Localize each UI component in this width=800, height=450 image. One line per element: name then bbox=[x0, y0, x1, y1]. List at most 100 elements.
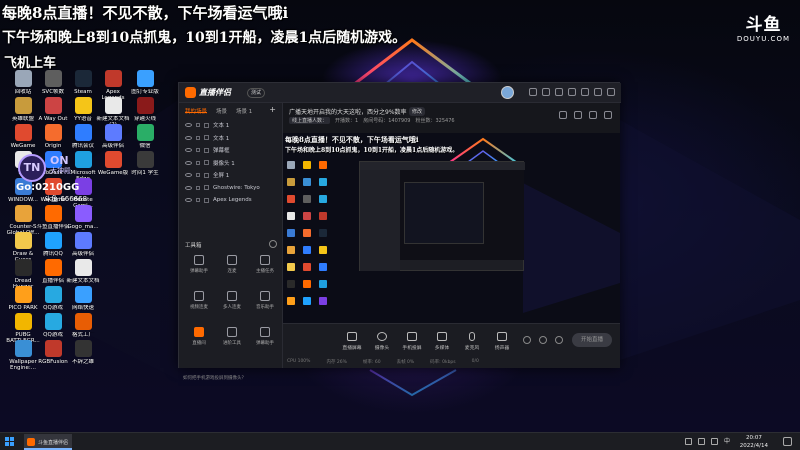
taskbar-app-streaming[interactable]: 斗鱼直播伴侣 bbox=[24, 434, 72, 450]
toolbox-item[interactable]: 连麦 bbox=[218, 255, 246, 274]
toolbox-settings-icon[interactable] bbox=[269, 240, 277, 248]
tab-scene-1[interactable]: 场景 1 bbox=[236, 107, 252, 115]
desktop-shortcut[interactable]: 不辞之雄 bbox=[66, 340, 100, 365]
desktop-shortcut[interactable]: 新建文本文档 bbox=[66, 259, 100, 284]
desktop-shortcut[interactable]: 腾讯QQ bbox=[36, 232, 70, 257]
tab-my-scenes[interactable]: 我的场景 bbox=[185, 107, 208, 115]
toolbox-item[interactable]: 进阶工具 bbox=[218, 327, 246, 346]
toolbox-item[interactable]: 音乐助手 bbox=[251, 291, 279, 310]
desktop-shortcut[interactable]: 格式工厂 bbox=[66, 313, 100, 338]
layers-icon[interactable] bbox=[574, 111, 582, 119]
desktop-shortcut[interactable]: 腾讯会议 bbox=[66, 124, 100, 149]
effects-icon[interactable] bbox=[539, 336, 547, 344]
lock-icon[interactable] bbox=[196, 123, 200, 128]
source-item[interactable]: 全屏 1 bbox=[179, 169, 282, 182]
desktop-shortcut[interactable]: Wallpaper Engine:... bbox=[6, 340, 40, 372]
phone-cast-button[interactable]: 手机投屏 bbox=[399, 332, 425, 351]
eye-icon[interactable] bbox=[185, 148, 192, 153]
volume-icon[interactable] bbox=[710, 438, 718, 445]
notification-icon[interactable] bbox=[783, 437, 792, 446]
source-item[interactable]: Ghostwire: Tokyo bbox=[179, 182, 282, 195]
add-scene-icon[interactable]: + bbox=[269, 106, 276, 114]
minimize-icon[interactable] bbox=[581, 88, 589, 96]
desktop-shortcut[interactable]: PICO PARK bbox=[6, 286, 40, 311]
ime-indicator[interactable]: 中 bbox=[724, 438, 730, 445]
tray-chevron-icon[interactable] bbox=[684, 438, 692, 445]
desktop-shortcut[interactable]: 高级伴侣 bbox=[96, 124, 130, 149]
toolbox-item[interactable]: 弹幕助手 bbox=[251, 327, 279, 346]
desktop-shortcut[interactable]: 时间1 学生 bbox=[128, 151, 162, 176]
desktop-shortcut[interactable]: 图钉专业版 bbox=[128, 70, 162, 95]
desktop-shortcut[interactable]: WeGame bbox=[6, 124, 40, 149]
lock-icon[interactable] bbox=[196, 173, 200, 178]
source-item[interactable]: 文本 1 bbox=[179, 119, 282, 132]
toolbox-item[interactable]: 弹幕助手 bbox=[185, 255, 213, 274]
start-live-button[interactable]: 开始直播 bbox=[572, 333, 612, 347]
screen-capture-button[interactable]: 直播屏幕 bbox=[339, 332, 365, 351]
speaker-button[interactable]: 扬声器 bbox=[489, 332, 515, 351]
douyu-watermark: 斗鱼 DOUYU.COM bbox=[737, 10, 790, 43]
lock-icon[interactable] bbox=[196, 198, 200, 203]
eye-icon[interactable] bbox=[185, 198, 192, 203]
eye-icon[interactable] bbox=[185, 135, 192, 140]
fullscreen-icon[interactable] bbox=[604, 111, 612, 119]
source-item[interactable]: 文本 1 bbox=[179, 132, 282, 145]
toolbox-item[interactable]: 主播任务 bbox=[251, 255, 279, 274]
taskbar-clock[interactable]: 20:07 2022/4/14 bbox=[740, 434, 768, 450]
microphone-button[interactable]: 麦克风 bbox=[459, 332, 485, 351]
app-version-badge[interactable]: 测试 bbox=[247, 88, 266, 98]
desktop-shortcut[interactable]: 网络快速 bbox=[66, 286, 100, 311]
lock-icon[interactable] bbox=[196, 185, 200, 190]
desktop-shortcut[interactable]: 穿越火线 bbox=[128, 97, 162, 122]
lock-icon[interactable] bbox=[196, 135, 200, 140]
message-icon[interactable] bbox=[529, 88, 537, 96]
windows-start-icon[interactable] bbox=[5, 437, 15, 447]
toolbox-item[interactable]: 多人连麦 bbox=[218, 291, 246, 310]
network-icon[interactable] bbox=[697, 438, 705, 445]
gear-icon[interactable] bbox=[555, 336, 563, 344]
screenshot-icon[interactable] bbox=[589, 111, 597, 119]
desktop-shortcut[interactable]: 回收站 bbox=[6, 70, 40, 95]
source-item[interactable]: Apex Legends bbox=[179, 194, 282, 207]
desktop-shortcut[interactable]: RGBFusion bbox=[36, 340, 70, 365]
desktop-shortcut[interactable]: A Way Out bbox=[36, 97, 70, 122]
tab-scenes[interactable]: 场景 bbox=[216, 107, 227, 115]
mail-icon[interactable] bbox=[542, 88, 550, 96]
shortcut-icon bbox=[14, 97, 32, 114]
settings-icon[interactable] bbox=[555, 88, 563, 96]
source-item[interactable]: 弹幕框 bbox=[179, 144, 282, 157]
layout-icon[interactable] bbox=[559, 111, 567, 119]
desktop-shortcut[interactable]: 高级伴侣 bbox=[66, 232, 100, 257]
desktop-shortcut[interactable]: 直播伴侣 bbox=[36, 259, 70, 284]
desktop-shortcut[interactable]: QQ游戏 bbox=[36, 313, 70, 338]
desktop-shortcut[interactable]: 英雄联盟 bbox=[6, 97, 40, 122]
desktop-shortcut[interactable]: Steam bbox=[66, 70, 100, 95]
desktop-shortcut[interactable]: 微信 bbox=[128, 124, 162, 149]
lock-icon[interactable] bbox=[196, 160, 200, 165]
toolbox-item[interactable]: 视频连麦 bbox=[185, 291, 213, 310]
maximize-icon[interactable] bbox=[594, 88, 602, 96]
record-icon[interactable] bbox=[523, 336, 531, 344]
media-button[interactable]: 多媒体 bbox=[429, 332, 455, 351]
camera-button[interactable]: 摄像头 bbox=[369, 332, 395, 351]
eye-icon[interactable] bbox=[185, 173, 192, 178]
desktop-shortcut[interactable]: Origin bbox=[36, 124, 70, 149]
source-item[interactable]: 摄像头 1 bbox=[179, 157, 282, 170]
close-icon[interactable] bbox=[607, 88, 615, 96]
help-link[interactable]: 如何把手机游戏投屏到摄像头？ bbox=[183, 375, 246, 381]
desktop-shortcut[interactable]: YY语音 bbox=[66, 97, 100, 122]
desktop-shortcut[interactable]: SVC帧数 bbox=[36, 70, 70, 95]
desktop-shortcut[interactable]: 斗鱼直播伴侣 bbox=[36, 205, 70, 230]
stream-preview[interactable]: 每晚8点直播！不见不散，下午场看运气哦i 下午场和晚上8到10点抓鬼，10到1开… bbox=[283, 133, 620, 323]
lock-icon[interactable] bbox=[196, 148, 200, 153]
toolbox-item[interactable]: 直播间 bbox=[185, 327, 213, 346]
edit-room-button[interactable]: 修改 bbox=[409, 107, 426, 116]
eye-icon[interactable] bbox=[185, 160, 192, 165]
eye-icon[interactable] bbox=[185, 185, 192, 190]
desktop-shortcut[interactable]: QQ游戏 bbox=[36, 286, 70, 311]
user-avatar[interactable] bbox=[501, 86, 514, 99]
menu-icon[interactable] bbox=[568, 88, 576, 96]
eye-icon[interactable] bbox=[185, 123, 192, 128]
status-item: 0/0 bbox=[471, 359, 479, 364]
desktop-shortcut[interactable]: Gogo_ma... bbox=[66, 205, 100, 230]
